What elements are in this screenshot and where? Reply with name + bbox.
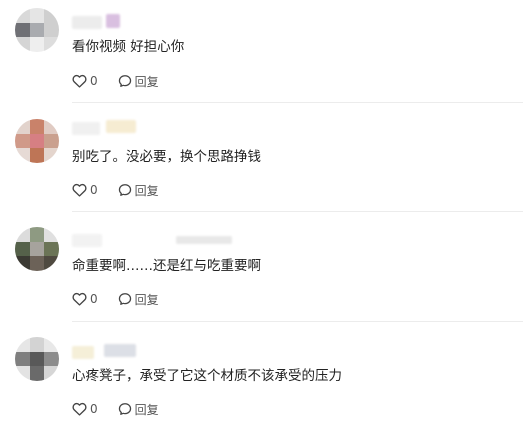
avatar-mosaic-cell	[15, 133, 30, 149]
avatar-mosaic-cell	[15, 337, 30, 352]
avatar-mosaic-cell	[29, 119, 45, 134]
username-blurred[interactable]	[72, 122, 100, 135]
avatar-mosaic-cell	[29, 37, 45, 52]
avatar-mosaic-cell	[29, 227, 45, 242]
avatar-mosaic-cell	[44, 241, 59, 257]
username-badge-blurred	[106, 14, 120, 28]
avatar-mosaic-cell	[15, 148, 30, 163]
avatar-mosaic-cell	[29, 22, 45, 38]
avatar-mosaic-cell	[29, 148, 45, 163]
reply-label: 回复	[134, 402, 159, 417]
reply-button[interactable]: 回复	[118, 401, 159, 418]
like-button[interactable]: 0	[72, 402, 98, 416]
comment-item: 别吃了。没必要，换个思路挣钱 0 回复	[0, 109, 523, 218]
avatar-mosaic-cell	[15, 37, 30, 52]
speech-bubble-icon	[118, 403, 131, 415]
reply-button[interactable]: 回复	[118, 182, 159, 199]
avatar-mosaic-cell	[44, 351, 59, 367]
avatar[interactable]	[15, 119, 59, 163]
comment-text: 心疼凳子，承受了它这个材质不该承受的压力	[72, 368, 342, 384]
avatar-mosaic-cell	[44, 22, 59, 38]
username-badge-blurred	[106, 120, 136, 133]
like-button[interactable]: 0	[72, 183, 98, 197]
heart-icon	[72, 292, 87, 306]
avatar-mosaic-cell	[29, 241, 45, 257]
reply-button[interactable]: 回复	[118, 291, 159, 308]
avatar-mosaic-cell	[44, 227, 59, 242]
like-count: 0	[90, 292, 98, 306]
like-count: 0	[90, 183, 98, 197]
avatar-mosaic-cell	[44, 337, 59, 352]
comment-text: 看你视频 好担心你	[72, 39, 185, 55]
avatar-mosaic-cell	[29, 337, 45, 352]
like-button[interactable]: 0	[72, 74, 98, 88]
divider	[72, 211, 523, 212]
comment-actions: 0 回复	[72, 72, 159, 90]
speech-bubble-icon	[118, 184, 131, 196]
avatar-mosaic-cell	[29, 8, 45, 23]
avatar[interactable]	[15, 337, 59, 381]
reply-label: 回复	[134, 292, 159, 307]
like-count: 0	[90, 74, 98, 88]
username-blurred[interactable]	[72, 346, 94, 359]
speech-bubble-icon	[118, 75, 131, 87]
avatar-mosaic-cell	[15, 241, 30, 257]
avatar-mosaic-cell	[15, 8, 30, 23]
avatar-mosaic-cell	[44, 366, 59, 381]
avatar-mosaic-cell	[44, 133, 59, 149]
avatar[interactable]	[15, 227, 59, 271]
comment-item: 心疼凳子，承受了它这个材质不该承受的压力 0 回复	[0, 327, 523, 436]
comment-actions: 0 回复	[72, 181, 159, 199]
avatar-mosaic-cell	[29, 133, 45, 149]
avatar-mosaic-cell	[15, 22, 30, 38]
avatar-mosaic-cell	[44, 37, 59, 52]
avatar-mosaic-cell	[15, 119, 30, 134]
avatar-mosaic-cell	[15, 366, 30, 381]
username-badge-blurred	[104, 344, 136, 357]
avatar-mosaic-cell	[44, 8, 59, 23]
speech-bubble-icon	[118, 293, 131, 305]
comment-item: 命重要啊……还是红与吃重要啊 0 回复	[0, 218, 523, 327]
like-button[interactable]: 0	[72, 292, 98, 306]
username-badge-blurred	[176, 236, 232, 244]
avatar-mosaic-cell	[44, 148, 59, 163]
avatar-mosaic-cell	[15, 256, 30, 271]
heart-icon	[72, 74, 87, 88]
avatar-mosaic-cell	[44, 119, 59, 134]
avatar-mosaic-cell	[29, 366, 45, 381]
heart-icon	[72, 183, 87, 197]
avatar[interactable]	[15, 8, 59, 52]
comment-actions: 0 回复	[72, 290, 159, 308]
divider	[72, 321, 523, 322]
avatar-mosaic-cell	[15, 351, 30, 367]
avatar-mosaic-cell	[29, 351, 45, 367]
comment-text: 命重要啊……还是红与吃重要啊	[72, 258, 261, 274]
comment-item: 看你视频 好担心你 0 回复	[0, 0, 523, 109]
comment-actions: 0 回复	[72, 400, 159, 418]
comment-text: 别吃了。没必要，换个思路挣钱	[72, 149, 261, 165]
heart-icon	[72, 402, 87, 416]
like-count: 0	[90, 402, 98, 416]
divider	[72, 102, 523, 103]
reply-button[interactable]: 回复	[118, 73, 159, 90]
avatar-mosaic-cell	[44, 256, 59, 271]
reply-label: 回复	[134, 183, 159, 198]
username-blurred[interactable]	[72, 16, 102, 29]
avatar-mosaic-cell	[29, 256, 45, 271]
username-blurred[interactable]	[72, 234, 102, 247]
avatar-mosaic-cell	[15, 227, 30, 242]
reply-label: 回复	[134, 74, 159, 89]
